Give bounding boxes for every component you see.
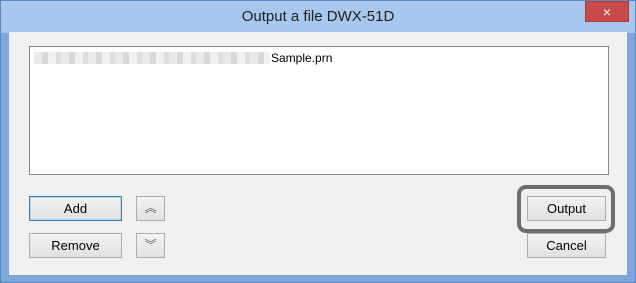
close-button[interactable]: ×	[585, 1, 629, 22]
move-down-button[interactable]: ︾	[136, 233, 165, 258]
close-icon: ×	[602, 4, 612, 20]
list-item[interactable]: Sample.prn	[34, 50, 332, 66]
move-up-button[interactable]: ︽	[136, 196, 165, 221]
file-name: Sample.prn	[271, 51, 333, 65]
cancel-button[interactable]: Cancel	[527, 233, 606, 258]
window-title: Output a file DWX-51D	[241, 8, 395, 25]
remove-button[interactable]: Remove	[29, 233, 122, 258]
double-chevron-up-icon: ︽	[144, 201, 157, 215]
output-button[interactable]: Output	[527, 196, 606, 221]
title-bar[interactable]: Output a file DWX-51D ×	[1, 1, 635, 33]
dialog-window: Output a file DWX-51D × Sample.prn Add R…	[0, 0, 636, 283]
redacted-path	[34, 52, 270, 64]
file-list[interactable]: Sample.prn	[29, 46, 609, 175]
double-chevron-down-icon: ︾	[144, 238, 157, 252]
dialog-content: Sample.prn Add Remove ︽ ︾ Output Cancel	[9, 32, 627, 275]
add-button[interactable]: Add	[29, 196, 122, 221]
